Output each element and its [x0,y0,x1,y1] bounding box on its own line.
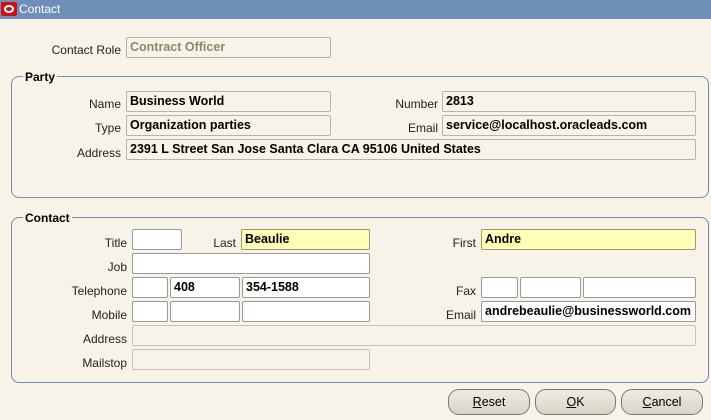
contact-telephone-label: Telephone [71,284,127,298]
party-email-field[interactable]: service@localhost.oracleads.com [442,115,696,136]
telephone-number-field[interactable]: 354-1588 [242,277,370,298]
party-number-label: Number [395,97,438,111]
fax-area-field[interactable] [520,277,581,298]
contact-mailstop-label: Mailstop [82,356,127,370]
party-address-field[interactable]: 2391 L Street San Jose Santa Clara CA 95… [126,139,696,160]
contact-last-field[interactable]: Beaulie [241,229,370,250]
party-name-label: Name [88,97,121,111]
contact-job-field[interactable] [132,253,370,274]
contact-role-label: Contact Role [51,43,121,57]
cancel-label: ancel [651,395,682,409]
contact-first-field[interactable]: Andre [481,229,696,250]
contact-role-field[interactable]: Contract Officer [126,37,331,58]
contact-job-label: Job [107,260,127,274]
party-type-field[interactable]: Organization parties [126,115,331,136]
contact-title-field[interactable] [132,229,182,250]
fax-country-field[interactable] [481,277,518,298]
reset-label: eset [481,395,506,409]
contact-title-label: Title [104,236,127,250]
contact-fax-label: Fax [455,284,476,298]
party-type-label: Type [94,121,121,135]
mobile-area-field[interactable] [170,301,240,322]
party-address-label: Address [76,146,121,160]
party-name-field[interactable]: Business World [126,91,331,112]
party-number-field[interactable]: 2813 [442,91,696,112]
telephone-country-field[interactable] [132,277,168,298]
contact-email-label: Email [445,308,476,322]
reset-mnemonic: R [472,395,482,409]
window-title: Contact [19,2,61,16]
party-email-label: Email [407,121,438,135]
contact-last-label: Last [213,236,236,250]
mobile-country-field[interactable] [132,301,168,322]
contact-group-title: Contact [23,211,72,225]
ok-mnemonic: O [566,395,577,409]
telephone-area-field[interactable]: 408 [170,277,240,298]
ok-button[interactable]: OK [535,389,616,415]
contact-address-field[interactable] [132,325,696,346]
mobile-number-field[interactable] [242,301,370,322]
window-titlebar[interactable]: Contact [0,0,711,19]
party-group-title: Party [23,70,58,84]
contact-mobile-label: Mobile [91,308,127,322]
oracle-logo-icon [1,2,17,16]
ok-label: K [576,395,585,409]
fax-number-field[interactable] [583,277,696,298]
contact-email-field[interactable]: andrebeaulie@businessworld.com [481,301,696,322]
cancel-mnemonic: C [642,395,652,409]
contact-mailstop-field[interactable] [132,349,370,370]
reset-button[interactable]: Reset [448,389,530,415]
contact-first-label: First [452,236,476,250]
contact-address-label: Address [82,332,127,346]
cancel-button[interactable]: Cancel [621,389,703,415]
